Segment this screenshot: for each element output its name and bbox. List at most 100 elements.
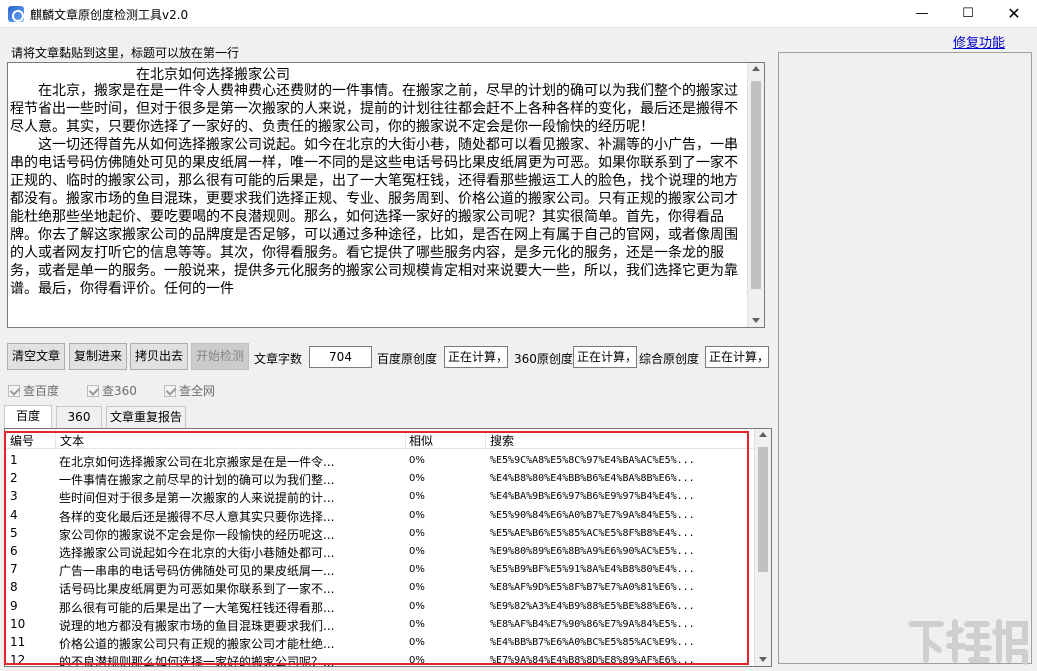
- overall-originality-label: 综合原创度: [639, 352, 700, 366]
- close-button[interactable]: ✕: [991, 0, 1037, 28]
- cell-number: 3: [10, 489, 18, 504]
- baidu-originality-field[interactable]: 正在计算，请: [444, 346, 508, 368]
- article-body: 在北京，搬家是在是一件令人费神费心还费财的一件事情。在搬家之前，尽早的计划的确可…: [10, 83, 738, 297]
- cell-similarity: 0%: [409, 636, 425, 648]
- tab-360[interactable]: 360: [56, 406, 102, 428]
- tab-baidu[interactable]: 百度: [4, 405, 52, 428]
- cell-similarity: 0%: [409, 600, 425, 612]
- cell-number: 9: [10, 598, 18, 613]
- table-row[interactable]: 9 那么很有可能的后果是出了一大笔冤枉钱还得看那... 0% %E9%82%A3%E4…: [5, 597, 755, 615]
- cell-search: %E9%80%89%E6%8B%A9%E6%90%AC%E5%...: [490, 545, 695, 557]
- cell-search: %E9%82%A3%E4%B9%88%E5%BE%88%E6%...: [490, 600, 695, 612]
- word-count-label: 文章字数: [254, 352, 303, 366]
- watermark-logo: [908, 619, 1028, 665]
- cell-search: %E5%90%84%E6%A0%B7%E7%9A%84%E5%...: [490, 509, 695, 521]
- table-row[interactable]: 8 话号码比果皮纸屑更为可恶如果你联系到了一家不... 0% %E8%AF%9D%E5…: [5, 578, 755, 596]
- table-row[interactable]: 10 说理的地方都没有搬家市场的鱼目混珠更要求我们... 0% %E8%AF%B4%E…: [5, 615, 755, 633]
- checkbox-checked-icon: [164, 385, 176, 397]
- overall-originality-field[interactable]: 正在计算，请: [705, 346, 769, 368]
- repair-link[interactable]: 修复功能: [953, 32, 1005, 51]
- cell-similarity: 0%: [409, 455, 425, 466]
- cell-search: %E4%BB%B7%E6%A0%BC%E5%85%AC%E9%...: [490, 636, 695, 648]
- cell-similarity: 0%: [409, 545, 425, 557]
- cell-number: 1: [10, 453, 18, 467]
- start-check-button[interactable]: 开始检测: [191, 343, 249, 370]
- cell-text: 一件事情在搬家之前尽早的计划的确可以为我们整...: [59, 473, 335, 488]
- table-row[interactable]: 1 在北京如何选择搬家公司在北京搬家是在是一件令... 0% %E5%9C%A8%E5…: [5, 451, 755, 469]
- clear-article-button[interactable]: 清空文章: [7, 343, 65, 370]
- article-prompt-label: 请将文章黏贴到这里，标题可以放在第一行: [11, 46, 240, 60]
- cell-text: 选择搬家公司说起如今在北京的大街小巷随处都可...: [59, 545, 335, 560]
- copy-out-button[interactable]: 拷贝出去: [130, 343, 188, 370]
- table-header: 编号 文本 相似 搜索: [5, 429, 755, 449]
- scroll-thumb[interactable]: [751, 81, 761, 289]
- word-count-field[interactable]: 704: [309, 346, 372, 368]
- cell-number: 11: [10, 634, 26, 649]
- table-row[interactable]: 3 些时间但对于很多是第一次搬家的人来说提前的计... 0% %E4%BA%9B%E6…: [5, 487, 755, 505]
- s360-originality-field[interactable]: 正在计算，请: [573, 346, 637, 368]
- table-row[interactable]: 2 一件事情在搬家之前尽早的计划的确可以为我们整... 0% %E4%B8%80%E4…: [5, 469, 755, 487]
- header-search[interactable]: 搜索: [490, 432, 514, 449]
- article-textarea[interactable]: 在北京如何选择搬家公司 在北京，搬家是在是一件令人费神费心还费财的一件事情。在搬…: [7, 62, 765, 328]
- cell-number: 4: [10, 507, 18, 522]
- column-divider[interactable]: [55, 429, 56, 449]
- cell-search: %E5%AE%B6%E5%85%AC%E5%8F%B8%E4%...: [490, 527, 695, 539]
- title-bar: 麒麟文章原创度检测工具v2.0 — ☐ ✕: [0, 0, 1037, 28]
- cell-text: 在北京如何选择搬家公司在北京搬家是在是一件令...: [59, 455, 335, 469]
- check-360-checkbox[interactable]: 查360: [87, 382, 137, 399]
- check-baidu-label: 查百度: [23, 384, 60, 398]
- cell-text: 些时间但对于很多是第一次搬家的人来说提前的计...: [59, 491, 335, 506]
- article-scrollbar[interactable]: [747, 63, 764, 327]
- cell-number: 5: [10, 525, 18, 540]
- cell-text: 广告一串串的电话号码仿佛随处可见的果皮纸屑一...: [59, 564, 335, 579]
- table-row[interactable]: 6 选择搬家公司说起如今在北京的大街小巷随处都可... 0% %E9%80%89%E6…: [5, 542, 755, 560]
- cell-text: 各样的变化最后还是搬得不尽人意其实只要你选择...: [59, 509, 335, 524]
- scroll-down-icon[interactable]: [759, 657, 767, 662]
- table-scrollbar[interactable]: [754, 429, 771, 666]
- right-panel: [778, 52, 1032, 664]
- cell-similarity: 0%: [409, 527, 425, 539]
- column-divider[interactable]: [485, 429, 486, 449]
- header-text[interactable]: 文本: [60, 432, 84, 449]
- check-baidu-checkbox[interactable]: 查百度: [8, 382, 59, 399]
- tab-duplicate-report[interactable]: 文章重复报告: [106, 406, 186, 428]
- results-table[interactable]: 编号 文本 相似 搜索 1 在北京如何选择搬家公司在北京搬家是在是一件令... 0%…: [4, 428, 772, 667]
- table-row[interactable]: 11 价格公道的搬家公司只有正规的搬家公司才能杜绝... 0% %E4%BB%B7%E…: [5, 633, 755, 651]
- paste-in-button[interactable]: 复制进来: [69, 343, 127, 370]
- cell-number: 6: [10, 543, 18, 558]
- window-title: 麒麟文章原创度检测工具v2.0: [30, 8, 189, 22]
- scroll-down-icon[interactable]: [752, 318, 760, 323]
- cell-text: 那么很有可能的后果是出了一大笔冤枉钱还得看那...: [59, 600, 335, 615]
- table-body: 1 在北京如何选择搬家公司在北京搬家是在是一件令... 0% %E5%9C%A8%E5…: [5, 451, 755, 667]
- cell-similarity: 0%: [409, 509, 425, 521]
- cell-similarity: 0%: [409, 491, 425, 503]
- column-divider[interactable]: [405, 429, 406, 449]
- cell-search: %E4%BA%9B%E6%97%B6%E9%97%B4%E4%...: [490, 491, 695, 503]
- check-all-web-checkbox[interactable]: 查全网: [164, 382, 215, 399]
- checkbox-checked-icon: [8, 385, 20, 397]
- checkbox-checked-icon: [87, 385, 99, 397]
- scroll-up-icon[interactable]: [752, 66, 760, 71]
- table-row[interactable]: 7 广告一串串的电话号码仿佛随处可见的果皮纸屑一... 0% %E5%B9%BF%E5…: [5, 560, 755, 578]
- cell-search: %E7%9A%84%E4%B8%8D%E8%89%AF%E6%...: [490, 655, 695, 667]
- cell-text: 家公司你的搬家说不定会是你一段愉快的经历呢这...: [59, 527, 335, 542]
- table-row[interactable]: 5 家公司你的搬家说不定会是你一段愉快的经历呢这... 0% %E5%AE%B6%E5…: [5, 524, 755, 542]
- cell-similarity: 0%: [409, 618, 425, 630]
- table-row[interactable]: 4 各样的变化最后还是搬得不尽人意其实只要你选择... 0% %E5%90%84%E6…: [5, 506, 755, 524]
- table-row[interactable]: 12 的不良潜规则那么如何选择一家好的搬家公司呢？... 0% %E7%9A%84%E…: [5, 651, 755, 667]
- header-similarity[interactable]: 相似: [409, 432, 433, 449]
- maximize-button[interactable]: ☐: [945, 0, 991, 28]
- baidu-originality-label: 百度原创度: [377, 352, 438, 366]
- cell-search: %E8%AF%9D%E5%8F%B7%E7%A0%81%E6%...: [490, 582, 695, 594]
- cell-search: %E8%AF%B4%E7%90%86%E7%9A%84%E5%...: [490, 618, 695, 630]
- cell-number: 12: [10, 653, 26, 667]
- minimize-button[interactable]: —: [899, 0, 945, 28]
- header-number[interactable]: 编号: [10, 432, 34, 449]
- cell-text: 的不良潜规则那么如何选择一家好的搬家公司呢？...: [59, 655, 335, 667]
- article-title: 在北京如何选择搬家公司: [136, 67, 290, 83]
- scroll-thumb[interactable]: [758, 447, 768, 572]
- cell-number: 2: [10, 471, 18, 486]
- cell-search: %E5%B9%BF%E5%91%8A%E4%B8%80%E4%...: [490, 564, 695, 576]
- scroll-up-icon[interactable]: [759, 432, 767, 437]
- s360-originality-label: 360原创度: [514, 352, 573, 366]
